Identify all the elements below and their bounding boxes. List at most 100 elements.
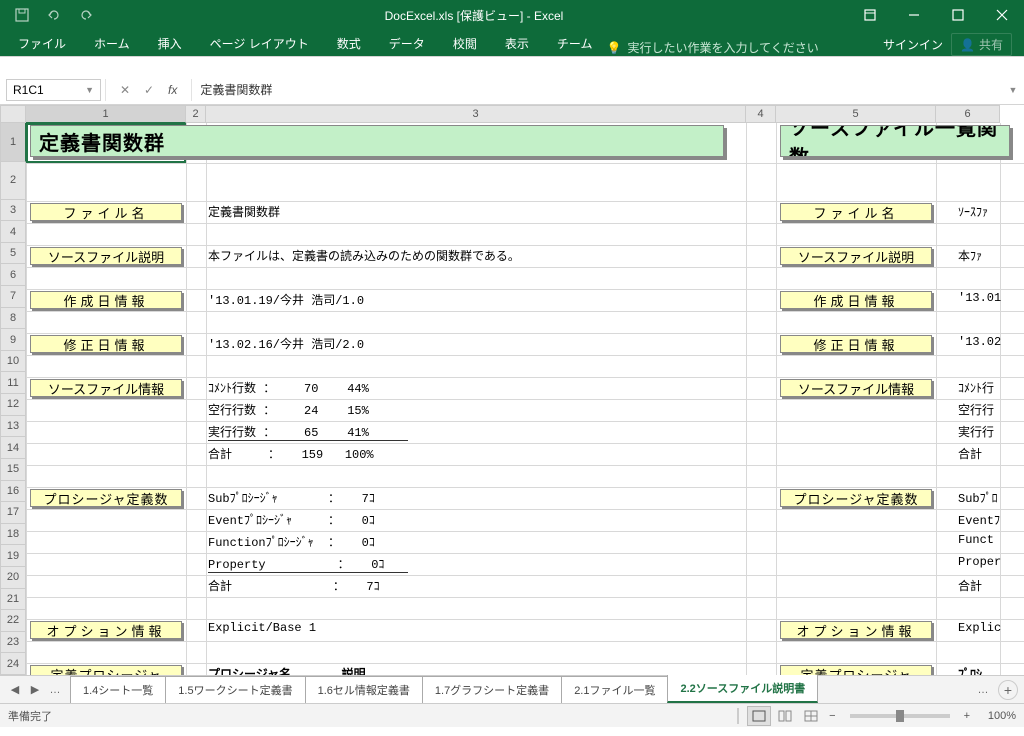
row-header[interactable]: 24 xyxy=(0,653,26,675)
proc-r-5: 合計 xyxy=(958,577,982,594)
view-layout-icon[interactable] xyxy=(773,706,797,726)
label-option: オプション情報 xyxy=(30,621,182,639)
view-normal-icon[interactable] xyxy=(747,706,771,726)
value-modified: '13.02.16/今井 浩司/2.0 xyxy=(208,335,364,352)
ribbon-tab-file[interactable]: ファイル xyxy=(4,31,80,56)
row-header[interactable]: 15 xyxy=(0,459,26,481)
tab-more2-icon[interactable]: … xyxy=(974,681,992,699)
row-header[interactable]: 17 xyxy=(0,502,26,524)
close-icon[interactable] xyxy=(980,0,1024,30)
minimize-icon[interactable] xyxy=(892,0,936,30)
tab-more-icon[interactable]: … xyxy=(46,681,64,699)
sheet-tab[interactable]: 1.6セル情報定義書 xyxy=(305,676,423,703)
col-header[interactable]: 5 xyxy=(776,105,936,123)
grid-cells[interactable]: 定義書関数群 ソースファイル一覧関数 ファイル名 定義書関数群 ファイル名 ｿｰ… xyxy=(26,123,1024,675)
row-header[interactable]: 3 xyxy=(0,200,26,222)
row-header[interactable]: 4 xyxy=(0,221,26,243)
row-header[interactable]: 16 xyxy=(0,481,26,503)
signin-link[interactable]: サインイン xyxy=(883,36,943,53)
row-header[interactable]: 13 xyxy=(0,416,26,438)
tell-me[interactable]: 💡 実行したい作業を入力してください xyxy=(606,39,818,56)
name-box-value: R1C1 xyxy=(13,83,44,97)
ribbon-tab-data[interactable]: データ xyxy=(375,31,439,56)
status-bar: 準備完了 − + 100% xyxy=(0,703,1024,727)
formula-input[interactable]: 定義書関数群 xyxy=(192,81,1002,98)
maximize-icon[interactable] xyxy=(936,0,980,30)
col-header[interactable]: 6 xyxy=(936,105,1000,123)
add-sheet-button[interactable]: + xyxy=(998,680,1018,700)
row-header[interactable]: 14 xyxy=(0,437,26,459)
col-header[interactable]: 4 xyxy=(746,105,776,123)
row-header[interactable]: 2 xyxy=(0,162,26,199)
src-r-2: 空行行 xyxy=(958,401,994,418)
row-header[interactable]: 21 xyxy=(0,589,26,611)
proc-r-1: Subﾌﾟﾛ xyxy=(958,489,998,506)
cancel-formula-icon[interactable]: ✕ xyxy=(114,79,136,101)
formula-expand-icon[interactable]: ▼ xyxy=(1002,85,1024,95)
sheet-tab[interactable]: 2.2ソースファイル説明書 xyxy=(667,674,818,703)
row-header[interactable]: 5 xyxy=(0,243,26,265)
zoom-out-button[interactable]: − xyxy=(825,710,839,722)
zoom-slider[interactable] xyxy=(850,714,950,718)
ribbon-tab-view[interactable]: 表示 xyxy=(491,31,543,56)
fx-icon[interactable]: fx xyxy=(162,83,183,97)
col-header[interactable]: 2 xyxy=(186,105,206,123)
proc-5: 合計 ： 7ｺ xyxy=(208,577,380,594)
horizontal-scrollbar[interactable] xyxy=(737,708,739,724)
src-r-4: 合計 xyxy=(958,445,982,462)
tab-next-icon[interactable]: ▶ xyxy=(26,681,44,699)
ribbon-tab-team[interactable]: チーム xyxy=(543,31,607,56)
undo-icon[interactable] xyxy=(40,1,68,29)
share-button[interactable]: 👤 共有 xyxy=(951,33,1012,56)
ribbon-tab-formula[interactable]: 数式 xyxy=(323,31,375,56)
row-header[interactable]: 10 xyxy=(0,351,26,373)
ribbon-tab-insert[interactable]: 挿入 xyxy=(144,31,196,56)
ribbon-tab-layout[interactable]: ページ レイアウト xyxy=(196,31,323,56)
ribbon-options-icon[interactable] xyxy=(848,0,892,30)
row-header[interactable]: 6 xyxy=(0,264,26,286)
tab-first-icon[interactable]: ◀ xyxy=(6,681,24,699)
row-header[interactable]: 8 xyxy=(0,308,26,330)
share-label: 共有 xyxy=(979,36,1003,53)
name-box[interactable]: R1C1 ▼ xyxy=(6,79,101,101)
sheet-tab[interactable]: 1.7グラフシート定義書 xyxy=(422,676,562,703)
view-break-icon[interactable] xyxy=(799,706,823,726)
ribbon-tab-home[interactable]: ホーム xyxy=(80,31,144,56)
chevron-down-icon[interactable]: ▼ xyxy=(85,85,94,95)
row-header[interactable]: 7 xyxy=(0,286,26,308)
redo-icon[interactable] xyxy=(72,1,100,29)
spreadsheet: 123456 123456789101112131415161718192021… xyxy=(0,105,1024,675)
sheet-tab[interactable]: 1.5ワークシート定義書 xyxy=(165,676,305,703)
ribbon-tab-review[interactable]: 校閲 xyxy=(439,31,491,56)
sheet-tab[interactable]: 1.4シート一覧 xyxy=(70,676,166,703)
section-title-2: ソースファイル一覧関数 xyxy=(780,125,1010,157)
src-3: 実行行数 ： 65 41% xyxy=(208,423,408,441)
row-header[interactable]: 1 xyxy=(0,123,26,162)
save-icon[interactable] xyxy=(8,1,36,29)
row-header[interactable]: 18 xyxy=(0,524,26,546)
label-desc: ソースファイル説明 xyxy=(30,247,182,265)
proc-r-4: Proper xyxy=(958,555,1001,569)
row-header[interactable]: 20 xyxy=(0,567,26,589)
sheet-tab[interactable]: 2.1ファイル一覧 xyxy=(561,676,668,703)
accept-formula-icon[interactable]: ✓ xyxy=(138,79,160,101)
status-text: 準備完了 xyxy=(0,708,52,724)
row-header[interactable]: 22 xyxy=(0,610,26,632)
label-file-r: ファイル名 xyxy=(780,203,932,221)
row-header[interactable]: 11 xyxy=(0,372,26,394)
proc-r-2: Eventﾌ xyxy=(958,511,1000,528)
value-defproc: プロシージャ名 説明 xyxy=(208,665,366,675)
proc-4: Property ： 0ｺ xyxy=(208,555,408,573)
row-header[interactable]: 23 xyxy=(0,632,26,654)
col-header[interactable]: 3 xyxy=(206,105,746,123)
row-header[interactable]: 9 xyxy=(0,329,26,351)
row-header[interactable]: 19 xyxy=(0,545,26,567)
zoom-value[interactable]: 100% xyxy=(976,710,1016,722)
proc-1: Subﾌﾟﾛｼｰｼﾞｬ ： 7ｺ xyxy=(208,489,375,506)
row-header[interactable]: 12 xyxy=(0,394,26,416)
col-header[interactable]: 1 xyxy=(26,105,186,123)
label-modified: 修正日情報 xyxy=(30,335,182,353)
select-all-corner[interactable] xyxy=(0,105,26,123)
value-option-r: Explic xyxy=(958,621,1001,635)
zoom-in-button[interactable]: + xyxy=(960,710,974,722)
